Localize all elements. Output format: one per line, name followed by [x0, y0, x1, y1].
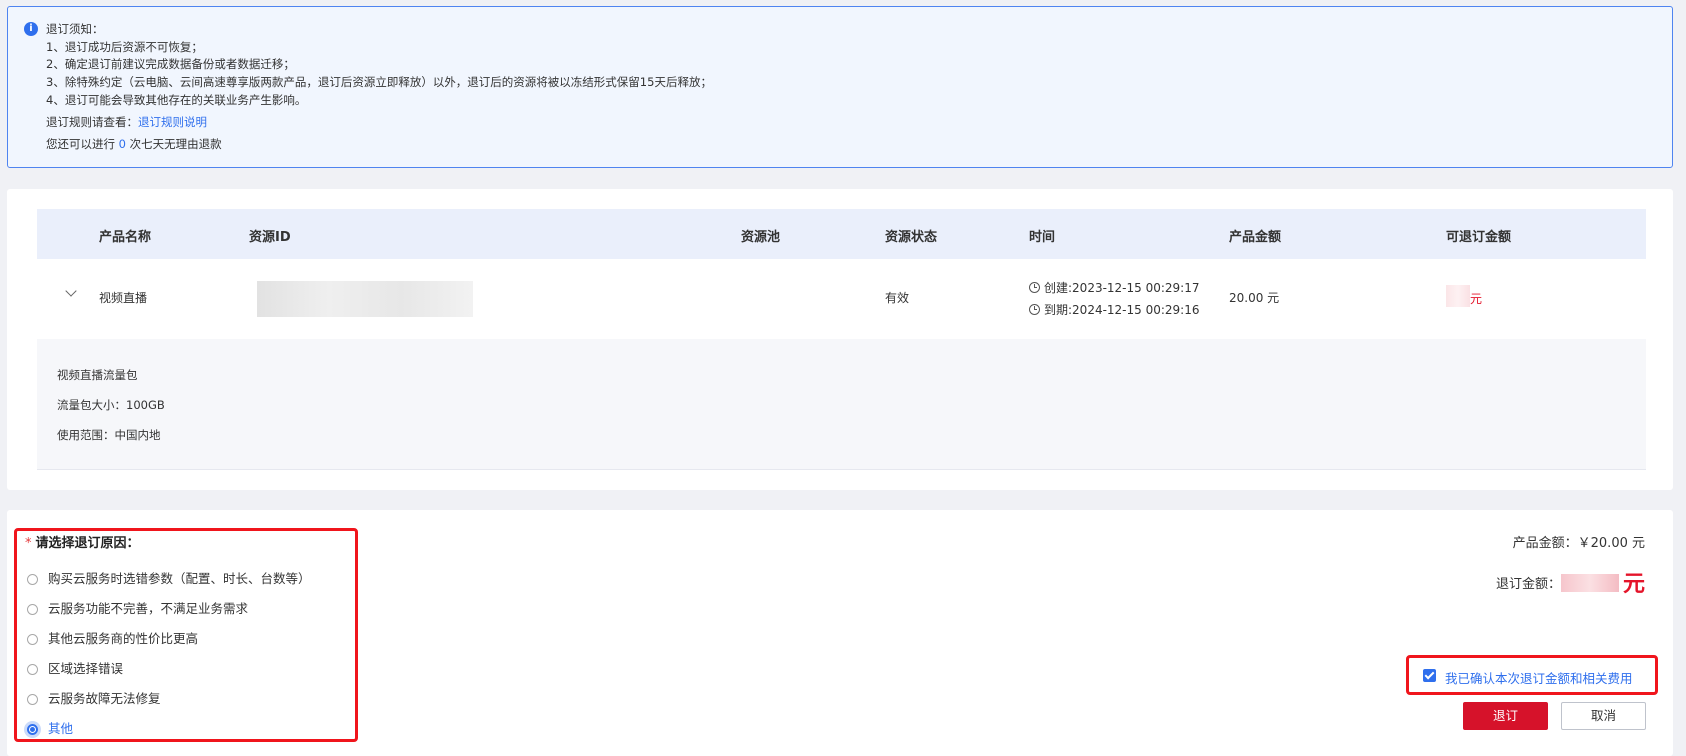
- refund-amount-redacted: [1560, 574, 1619, 592]
- column-header: 资源池: [741, 230, 781, 245]
- expire-time-text: 到期:2024-12-15 00:29:16: [1044, 303, 1200, 317]
- reason-option-selected[interactable]: 其他: [27, 718, 73, 737]
- rules-prefix: 退订规则请查看：: [46, 115, 138, 129]
- reason-title-text: 请选择退订原因：: [35, 536, 140, 551]
- rules-line: 退订规则请查看：退订规则说明: [46, 114, 207, 130]
- refundable-amount: 元: [1446, 285, 1482, 307]
- detail-name: 视频直播流量包: [57, 368, 138, 382]
- detail-size: 流量包大小：100GB: [57, 398, 165, 412]
- clock-icon: [1029, 304, 1040, 315]
- table-row: 视频直播 有效 创建:2023-12-15 00:29:17 到期:2024-1…: [37, 259, 1646, 340]
- unsubscribe-notice: i 退订须知： 1、退订成功后资源不可恢复； 2、确定退订前建议完成数据备份或者…: [7, 6, 1673, 168]
- radio-checked-icon[interactable]: [27, 724, 38, 735]
- product-name: 视频直播: [99, 291, 148, 305]
- column-header: 资源ID: [249, 230, 291, 245]
- unsubscribe-form-card: * 请选择退订原因： 购买云服务时选错参数（配置、时长、台数等） 云服务功能不完善…: [7, 510, 1673, 756]
- radio-icon[interactable]: [27, 574, 38, 585]
- reason-option-label: 区域选择错误: [48, 661, 124, 676]
- confirm-label[interactable]: 我已确认本次退订金额和相关费用: [1445, 668, 1633, 687]
- resource-id-redacted: [257, 281, 473, 317]
- radio-icon[interactable]: [27, 634, 38, 645]
- column-header: 产品名称: [99, 230, 152, 245]
- product-amount-summary: 产品金额：￥20.00 元: [1512, 536, 1645, 551]
- refundable-amount-redacted: [1446, 285, 1470, 307]
- refund-suffix: 次七天无理由退款: [129, 137, 222, 151]
- info-icon: i: [24, 22, 38, 36]
- refund-count-line: 您还可以进行 0 次七天无理由退款: [46, 136, 222, 152]
- refund-amount-summary: 退订金额： 元: [1496, 566, 1645, 598]
- clock-icon: [1029, 282, 1040, 293]
- radio-icon[interactable]: [27, 604, 38, 615]
- reason-option[interactable]: 云服务功能不完善，不满足业务需求: [27, 598, 248, 617]
- notice-title: 退订须知：: [46, 22, 104, 36]
- cancel-button[interactable]: 取消: [1561, 702, 1646, 730]
- reason-title: * 请选择退订原因：: [25, 532, 140, 551]
- reason-option-label: 购买云服务时选错参数（配置、时长、台数等）: [48, 571, 311, 586]
- detail-scope: 使用范围：中国内地: [57, 428, 161, 442]
- expire-time: 到期:2024-12-15 00:29:16: [1029, 301, 1200, 318]
- checkbox-checked-icon[interactable]: [1423, 669, 1436, 682]
- rules-link[interactable]: 退订规则说明: [138, 115, 207, 129]
- radio-icon[interactable]: [27, 694, 38, 705]
- notice-item: 3、除特殊约定（云电脑、云间高速尊享版两款产品，退订后资源立即释放）以外，退订后…: [46, 75, 712, 89]
- reason-option[interactable]: 区域选择错误: [27, 658, 123, 677]
- reason-option-label: 其他: [48, 721, 74, 736]
- created-time: 创建:2023-12-15 00:29:17: [1029, 279, 1200, 296]
- refund-prefix: 您还可以进行: [46, 137, 115, 151]
- required-mark: *: [25, 536, 32, 551]
- table-header: 产品名称 资源ID 资源池 资源状态 时间 产品金额 可退订金额: [37, 209, 1646, 259]
- reason-option-label: 云服务功能不完善，不满足业务需求: [48, 601, 249, 616]
- refund-amount-label: 退订金额：: [1495, 577, 1561, 592]
- column-header: 可退订金额: [1446, 230, 1512, 245]
- confirm-checkbox-row[interactable]: 我已确认本次退订金额和相关费用: [1406, 655, 1658, 695]
- product-table-card: 产品名称 资源ID 资源池 资源状态 时间 产品金额 可退订金额 视频直播 有效…: [7, 189, 1673, 490]
- reason-option[interactable]: 云服务故障无法修复: [27, 688, 161, 707]
- column-header: 产品金额: [1229, 230, 1282, 245]
- chevron-down-icon[interactable]: [65, 285, 77, 297]
- refundable-unit: 元: [1470, 292, 1483, 306]
- notice-item: 1、退订成功后资源不可恢复；: [46, 40, 203, 54]
- product-detail: 视频直播流量包 流量包大小：100GB 使用范围：中国内地: [37, 339, 1646, 470]
- refund-amount-unit: 元: [1622, 572, 1645, 597]
- notice-item: 2、确定退订前建议完成数据备份或者数据迁移；: [46, 57, 295, 71]
- radio-icon[interactable]: [27, 664, 38, 675]
- column-header: 资源状态: [885, 230, 938, 245]
- created-time-text: 创建:2023-12-15 00:29:17: [1044, 281, 1200, 295]
- resource-status: 有效: [885, 291, 910, 305]
- reason-option[interactable]: 购买云服务时选错参数（配置、时长、台数等）: [27, 568, 311, 587]
- notice-item: 4、退订可能会导致其他存在的关联业务产生影响。: [46, 93, 307, 107]
- product-amount: 20.00 元: [1229, 291, 1280, 305]
- reason-option-label: 其他云服务商的性价比更高: [48, 631, 199, 646]
- column-header: 时间: [1029, 230, 1056, 245]
- refund-count: 0: [118, 137, 126, 151]
- reason-option[interactable]: 其他云服务商的性价比更高: [27, 628, 198, 647]
- reason-option-label: 云服务故障无法修复: [48, 691, 161, 706]
- unsubscribe-button[interactable]: 退订: [1463, 702, 1548, 730]
